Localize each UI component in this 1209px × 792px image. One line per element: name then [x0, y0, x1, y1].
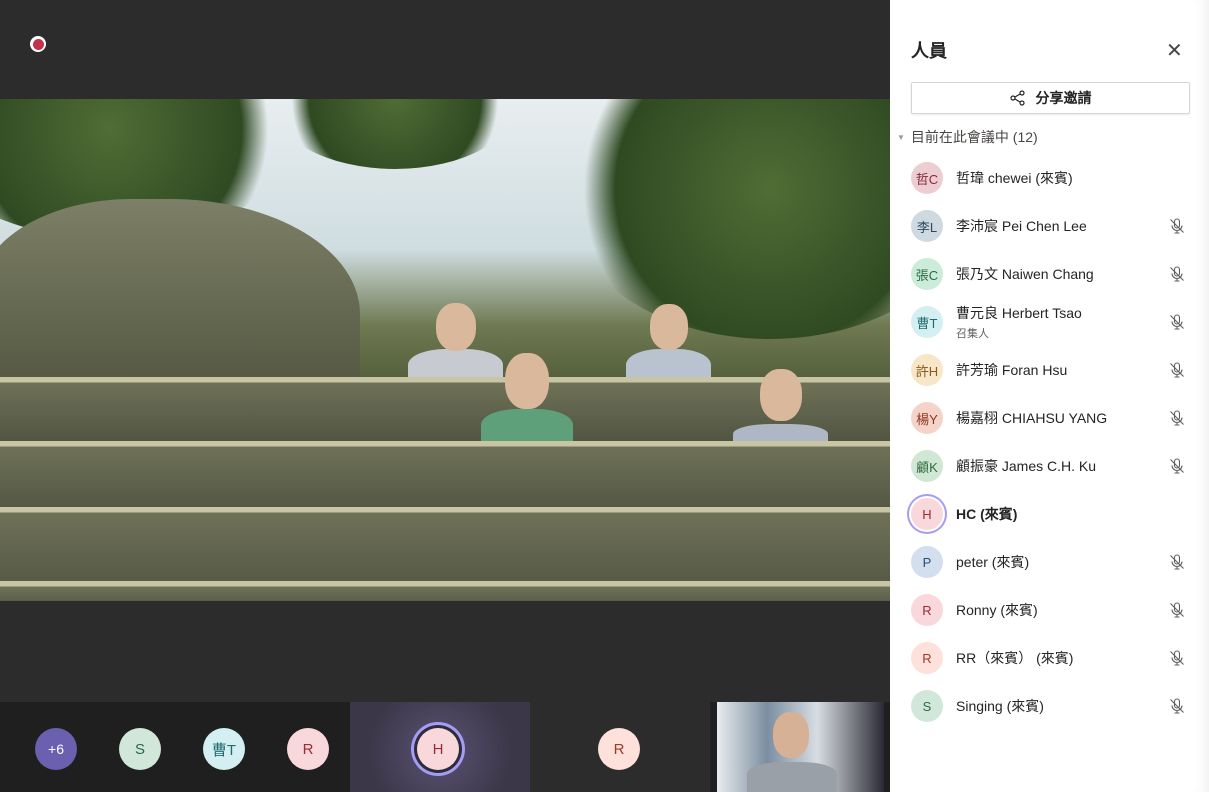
avatar: 哲C [911, 162, 943, 194]
participant-name: 哲瑋 chewei (來賓) [956, 170, 1073, 186]
avatar: 曹T [911, 306, 943, 338]
mic-muted-icon [1168, 265, 1186, 288]
recording-indicator-icon [30, 36, 46, 52]
participant-row[interactable]: S Singing (來賓) [911, 686, 1186, 726]
together-mode-video [0, 99, 890, 601]
participant-name: Singing (來賓) [956, 698, 1044, 714]
self-video-preview[interactable] [717, 702, 884, 792]
participant-name: 曹元良 Herbert Tsao [956, 305, 1082, 321]
participant-tile[interactable]: 曹T [203, 728, 245, 770]
participant-gallery: +6 S 曹T R H R [0, 702, 890, 792]
participant-row[interactable]: 顧K 顧振豪 James C.H. Ku [911, 446, 1186, 486]
mic-muted-icon [1168, 601, 1186, 624]
mic-muted-icon [1168, 457, 1186, 480]
participant-name: HC (來賓) [956, 506, 1018, 522]
share-invite-label: 分享邀請 [1035, 90, 1092, 106]
participant-name: 張乃文 Naiwen Chang [956, 266, 1094, 282]
in-meeting-section-header[interactable]: ▼ 目前在此會議中 (12) [897, 127, 1038, 147]
participant-tile: H [417, 728, 459, 770]
avatar: R [911, 642, 943, 674]
avatar: 顧K [911, 450, 943, 482]
participant-name: 李沛宸 Pei Chen Lee [956, 218, 1087, 234]
mic-muted-icon [1168, 217, 1186, 240]
participant-name: 許芳瑜 Foran Hsu [956, 362, 1068, 378]
participant-row[interactable]: H HC (來賓) [911, 494, 1186, 534]
participant-row[interactable]: 李L 李沛宸 Pei Chen Lee [911, 206, 1186, 246]
avatar: 楊Y [911, 402, 943, 434]
active-speaker-tile[interactable]: H [350, 702, 530, 792]
participant-role: 召集人 [956, 328, 989, 340]
mic-muted-icon [1168, 553, 1186, 576]
participant-row[interactable]: R RR（來賓） (來賓) [911, 638, 1186, 678]
avatar: 許H [911, 354, 943, 386]
participant-tile[interactable]: R [598, 728, 640, 770]
participant-row[interactable]: 張C 張乃文 Naiwen Chang [911, 254, 1186, 294]
section-label: 目前在此會議中 (12) [910, 129, 1038, 145]
avatar: 張C [911, 258, 943, 290]
avatar: R [911, 594, 943, 626]
mic-muted-icon [1168, 697, 1186, 720]
avatar: H [911, 498, 943, 530]
participant-row[interactable]: 許H 許芳瑜 Foran Hsu [911, 350, 1186, 390]
mic-muted-icon [1168, 649, 1186, 672]
participant-name: RR（來賓） (來賓) [956, 650, 1074, 666]
participant-row[interactable]: 哲C 哲瑋 chewei (來賓) [911, 158, 1186, 198]
more-participants-button[interactable]: +6 [35, 728, 77, 770]
avatar: P [911, 546, 943, 578]
meeting-stage [0, 0, 890, 702]
participant-tile-area: R [530, 702, 710, 792]
close-icon[interactable]: ✕ [1166, 38, 1183, 63]
participant-name: 楊嘉栩 CHIAHSU YANG [956, 410, 1108, 426]
participant-row[interactable]: 曹T 曹元良 Herbert Tsao 召集人 [911, 302, 1186, 342]
mic-muted-icon [1168, 361, 1186, 384]
caret-down-icon: ▼ [897, 133, 905, 142]
people-panel: 人員 ✕ 分享邀請 ▼ 目前在此會議中 (12) 哲C 哲瑋 chewei (來賓… [890, 0, 1209, 792]
participant-row[interactable]: 楊Y 楊嘉栩 CHIAHSU YANG [911, 398, 1186, 438]
panel-title: 人員 [911, 41, 947, 61]
participant-row[interactable]: R Ronny (來賓) [911, 590, 1186, 630]
participant-name: Ronny (來賓) [956, 602, 1038, 618]
participant-tile[interactable]: R [287, 728, 329, 770]
share-icon [1009, 90, 1025, 106]
participant-row[interactable]: P peter (來賓) [911, 542, 1186, 582]
participant-name: 顧振豪 James C.H. Ku [956, 458, 1097, 474]
avatar: S [911, 690, 943, 722]
participant-name: peter (來賓) [956, 554, 1030, 570]
mic-muted-icon [1168, 313, 1186, 336]
participant-tile[interactable]: S [119, 728, 161, 770]
mic-muted-icon [1168, 409, 1186, 432]
avatar: 李L [911, 210, 943, 242]
share-invite-button[interactable]: 分享邀請 [911, 82, 1190, 114]
